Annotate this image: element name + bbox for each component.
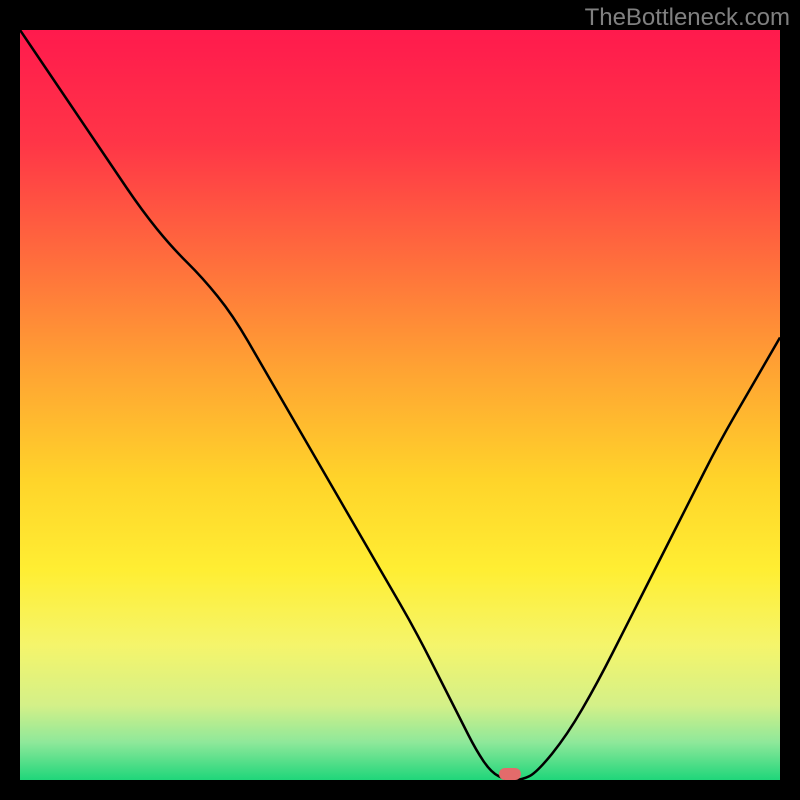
watermark-text: TheBottleneck.com [585,4,790,32]
chart-container: TheBottleneck.com [0,0,800,800]
plot-area [20,30,780,780]
bottleneck-curve [20,30,780,780]
optimum-marker [499,768,521,780]
